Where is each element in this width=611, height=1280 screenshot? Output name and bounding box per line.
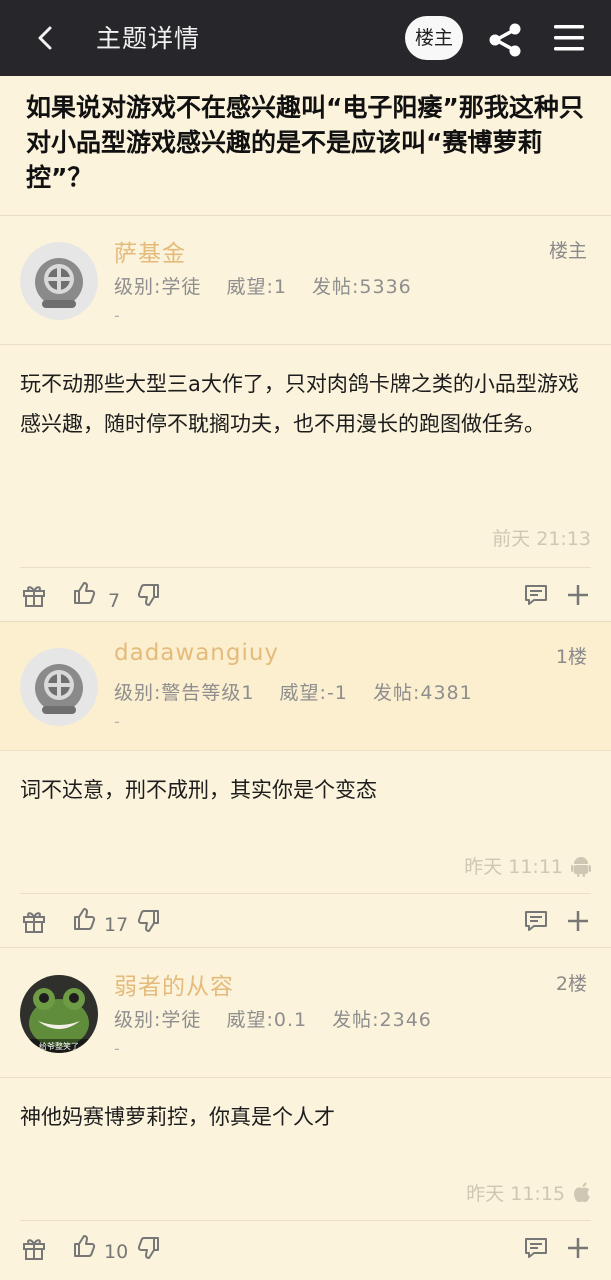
floor-label: 1楼 (555, 646, 587, 668)
post-time-text: 昨天 11:15 (466, 1183, 565, 1205)
user-level: 级别:学徒 (114, 276, 202, 298)
user-post-count: 发帖:5336 (312, 276, 412, 298)
diver-helmet-avatar-icon (20, 242, 98, 320)
post-time-text: 昨天 11:11 (464, 856, 563, 878)
plus-icon[interactable] (565, 1235, 591, 1261)
gift-icon[interactable] (21, 582, 47, 608)
user-level: 级别:警告等级1 (114, 682, 255, 704)
avatar[interactable] (20, 648, 98, 726)
apple-icon (574, 1182, 590, 1202)
user-prestige: 威望:-1 (279, 682, 348, 704)
share-icon[interactable] (487, 22, 523, 58)
only-op-button[interactable]: 楼主 (405, 16, 463, 60)
post-time: 昨天 11:15 (466, 1179, 591, 1206)
post-time: 昨天 11:11 (464, 852, 591, 879)
user-prestige: 威望:0.1 (226, 1009, 308, 1031)
post-item: 萨基金 楼主 级别:学徒 威望:1 发帖:5336 - 玩不动那些大型三a大作了… (0, 216, 611, 622)
floor-label: 2楼 (555, 973, 587, 995)
comment-icon[interactable] (523, 1235, 549, 1261)
comment-icon[interactable] (523, 582, 549, 608)
thumb-up-icon[interactable] (71, 1233, 97, 1259)
post-item: 给爷整笑了 弱者的从容 2楼 级别:学徒 威望:0.1 发帖:2346 - 神他… (0, 949, 611, 1280)
thread-title: 如果说对游戏不在感兴趣叫“电子阳痿”那我这种只对小品型游戏感兴趣的是不是应该叫“… (26, 93, 584, 192)
post-item: dadawangiuy 1楼 级别:警告等级1 威望:-1 发帖:4381 - … (0, 622, 611, 948)
post-content: 词不达意，刑不成刑，其实你是个变态 (20, 778, 377, 802)
post-content: 神他妈赛博萝莉控，你真是个人才 (20, 1105, 335, 1129)
user-signature: - (114, 712, 120, 731)
user-signature: - (114, 1039, 120, 1058)
back-arrow-icon[interactable] (30, 22, 62, 54)
user-post-count: 发帖:4381 (372, 682, 473, 704)
like-count: 7 (108, 590, 121, 612)
avatar-caption: 给爷整笑了 (39, 1041, 79, 1051)
plus-icon[interactable] (565, 908, 591, 934)
top-navigation-bar: 主题详情 楼主 (0, 0, 611, 76)
page-title: 主题详情 (96, 24, 201, 53)
post-content: 玩不动那些大型三a大作了，只对肉鸽卡牌之类的小品型游戏感兴趣，随时停不耽搁功夫，… (20, 372, 579, 436)
avatar[interactable] (20, 242, 98, 320)
hamburger-menu-icon[interactable] (552, 22, 586, 54)
thumb-up-icon[interactable] (71, 906, 97, 932)
divider (0, 1077, 611, 1078)
gift-icon[interactable] (21, 908, 47, 934)
frog-avatar-icon: 给爷整笑了 (20, 975, 98, 1053)
user-meta: 级别:学徒 威望:1 发帖:5336 (114, 272, 430, 299)
like-count: 10 (104, 1241, 129, 1263)
post-time: 前天 21:13 (492, 524, 591, 551)
post-header: dadawangiuy 1楼 级别:警告等级1 威望:-1 发帖:4381 - (0, 622, 611, 750)
user-level: 级别:学徒 (114, 1009, 202, 1031)
thumb-down-icon[interactable] (136, 908, 162, 934)
post-header: 给爷整笑了 弱者的从容 2楼 级别:学徒 威望:0.1 发帖:2346 - (0, 949, 611, 1077)
post-actions: 7 (0, 568, 611, 622)
avatar[interactable]: 给爷整笑了 (20, 975, 98, 1053)
gift-icon[interactable] (21, 1235, 47, 1261)
author-name[interactable]: 萨基金 (114, 234, 186, 268)
divider (0, 344, 611, 345)
user-meta: 级别:警告等级1 威望:-1 发帖:4381 (114, 678, 491, 705)
comment-icon[interactable] (523, 908, 549, 934)
divider (0, 947, 611, 948)
post-time-text: 前天 21:13 (492, 528, 591, 550)
plus-icon[interactable] (565, 582, 591, 608)
thumb-down-icon[interactable] (136, 582, 162, 608)
thumb-up-icon[interactable] (71, 580, 97, 606)
user-post-count: 发帖:2346 (332, 1009, 432, 1031)
author-name[interactable]: dadawangiuy (114, 640, 279, 666)
post-actions: 17 (0, 894, 611, 948)
floor-label: 楼主 (548, 240, 587, 262)
user-signature: - (114, 306, 120, 325)
divider (0, 750, 611, 751)
post-actions: 10 (0, 1221, 611, 1275)
author-name[interactable]: 弱者的从容 (114, 967, 234, 1001)
android-icon (571, 856, 591, 877)
post-header: 萨基金 楼主 级别:学徒 威望:1 发帖:5336 - (0, 216, 611, 344)
thumb-down-icon[interactable] (136, 1235, 162, 1261)
like-count: 17 (104, 914, 129, 936)
diver-helmet-avatar-icon (20, 648, 98, 726)
user-meta: 级别:学徒 威望:0.1 发帖:2346 (114, 1005, 450, 1032)
user-prestige: 威望:1 (226, 276, 287, 298)
